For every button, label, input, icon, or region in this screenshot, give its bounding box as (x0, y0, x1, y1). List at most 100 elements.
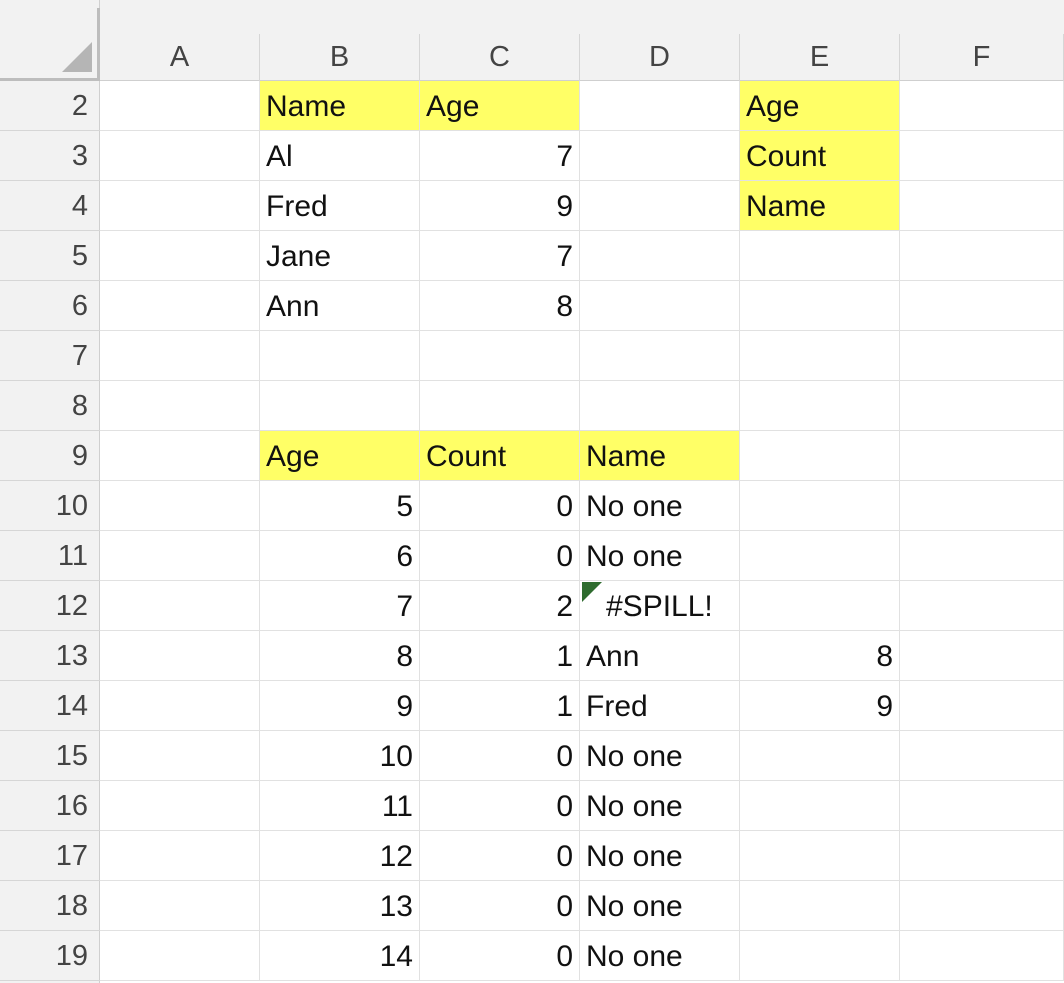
cell-e14[interactable]: 9 (740, 681, 900, 731)
cell-e11[interactable] (740, 531, 900, 581)
cell-c9[interactable]: Count (420, 431, 580, 481)
cell-e10[interactable] (740, 481, 900, 531)
cell-e6[interactable] (740, 281, 900, 331)
row-header-7[interactable]: 7 (0, 331, 100, 381)
cell-e7[interactable] (740, 331, 900, 381)
cell-f6[interactable] (900, 281, 1064, 331)
cell-a5[interactable] (100, 231, 260, 281)
cell-e17[interactable] (740, 831, 900, 881)
cell-b15[interactable]: 10 (260, 731, 420, 781)
cell-e3[interactable]: Count (740, 131, 900, 181)
cell-e8[interactable] (740, 381, 900, 431)
cell-b16[interactable]: 11 (260, 781, 420, 831)
column-header-c[interactable]: C (420, 34, 580, 81)
cell-c8[interactable] (420, 381, 580, 431)
cell-d18[interactable]: No one (580, 881, 740, 931)
cell-a12[interactable] (100, 581, 260, 631)
cell-f17[interactable] (900, 831, 1064, 881)
cell-b14[interactable]: 9 (260, 681, 420, 731)
cell-d3[interactable] (580, 131, 740, 181)
cell-a10[interactable] (100, 481, 260, 531)
row-header-6[interactable]: 6 (0, 281, 100, 331)
cell-a8[interactable] (100, 381, 260, 431)
cell-d15[interactable]: No one (580, 731, 740, 781)
cell-c5[interactable]: 7 (420, 231, 580, 281)
row-header-14[interactable]: 14 (0, 681, 100, 731)
cell-e18[interactable] (740, 881, 900, 931)
cell-e2[interactable]: Age (740, 81, 900, 131)
cell-a9[interactable] (100, 431, 260, 481)
cell-c10[interactable]: 0 (420, 481, 580, 531)
cell-e4[interactable]: Name (740, 181, 900, 231)
cell-a17[interactable] (100, 831, 260, 881)
column-header-a[interactable]: A (100, 34, 260, 81)
cell-f9[interactable] (900, 431, 1064, 481)
cell-e15[interactable] (740, 731, 900, 781)
cell-d5[interactable] (580, 231, 740, 281)
cell-a3[interactable] (100, 131, 260, 181)
cell-b12[interactable]: 7 (260, 581, 420, 631)
cell-f7[interactable] (900, 331, 1064, 381)
cell-a19[interactable] (100, 931, 260, 981)
cell-e9[interactable] (740, 431, 900, 481)
cell-a18[interactable] (100, 881, 260, 931)
cell-b6[interactable]: Ann (260, 281, 420, 331)
row-header-10[interactable]: 10 (0, 481, 100, 531)
cell-d8[interactable] (580, 381, 740, 431)
cell-d13[interactable]: Ann (580, 631, 740, 681)
cell-a13[interactable] (100, 631, 260, 681)
spill-error-indicator-icon[interactable] (582, 582, 602, 602)
cell-b18[interactable]: 13 (260, 881, 420, 931)
cell-b11[interactable]: 6 (260, 531, 420, 581)
cell-c6[interactable]: 8 (420, 281, 580, 331)
cell-d12[interactable]: #SPILL! (580, 581, 740, 631)
cell-d14[interactable]: Fred (580, 681, 740, 731)
cell-a14[interactable] (100, 681, 260, 731)
cell-e19[interactable] (740, 931, 900, 981)
cell-d4[interactable] (580, 181, 740, 231)
row-header-12[interactable]: 12 (0, 581, 100, 631)
select-all-triangle-icon[interactable] (62, 42, 92, 72)
cell-e13[interactable]: 8 (740, 631, 900, 681)
cell-b19[interactable]: 14 (260, 931, 420, 981)
cell-e5[interactable] (740, 231, 900, 281)
cell-a4[interactable] (100, 181, 260, 231)
column-header-f[interactable]: F (900, 34, 1064, 81)
cell-d19[interactable]: No one (580, 931, 740, 981)
cell-b5[interactable]: Jane (260, 231, 420, 281)
cell-c18[interactable]: 0 (420, 881, 580, 931)
cell-f18[interactable] (900, 881, 1064, 931)
cell-c7[interactable] (420, 331, 580, 381)
cell-c11[interactable]: 0 (420, 531, 580, 581)
cell-a16[interactable] (100, 781, 260, 831)
cell-b3[interactable]: Al (260, 131, 420, 181)
cell-f10[interactable] (900, 481, 1064, 531)
row-header-8[interactable]: 8 (0, 381, 100, 431)
row-header-19[interactable]: 19 (0, 931, 100, 981)
cell-a2[interactable] (100, 81, 260, 131)
column-header-d[interactable]: D (580, 34, 740, 81)
cell-d2[interactable] (580, 81, 740, 131)
row-header-9[interactable]: 9 (0, 431, 100, 481)
cell-c15[interactable]: 0 (420, 731, 580, 781)
row-header-17[interactable]: 17 (0, 831, 100, 881)
cell-f11[interactable] (900, 531, 1064, 581)
cell-d17[interactable]: No one (580, 831, 740, 881)
cell-c13[interactable]: 1 (420, 631, 580, 681)
cell-b17[interactable]: 12 (260, 831, 420, 881)
cell-d7[interactable] (580, 331, 740, 381)
cell-a6[interactable] (100, 281, 260, 331)
row-header-13[interactable]: 13 (0, 631, 100, 681)
cell-f16[interactable] (900, 781, 1064, 831)
cell-c3[interactable]: 7 (420, 131, 580, 181)
cell-a7[interactable] (100, 331, 260, 381)
cell-b4[interactable]: Fred (260, 181, 420, 231)
cell-f15[interactable] (900, 731, 1064, 781)
cell-c16[interactable]: 0 (420, 781, 580, 831)
row-header-2[interactable]: 2 (0, 81, 100, 131)
cell-a15[interactable] (100, 731, 260, 781)
row-header-16[interactable]: 16 (0, 781, 100, 831)
row-header-4[interactable]: 4 (0, 181, 100, 231)
cell-e16[interactable] (740, 781, 900, 831)
cell-f3[interactable] (900, 131, 1064, 181)
